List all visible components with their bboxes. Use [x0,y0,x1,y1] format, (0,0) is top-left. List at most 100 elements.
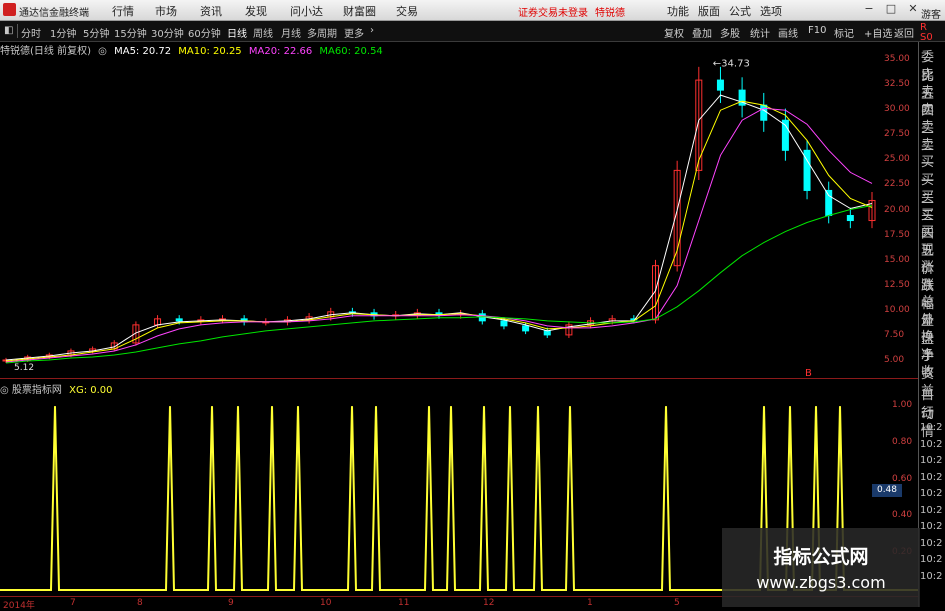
watermark: 指标公式网 www.zbgs3.com [722,528,920,607]
candle-body [825,189,833,217]
side-top-label: S0 [920,32,933,43]
period-5min[interactable]: 5分钟 [83,25,109,40]
tick-time: 10:2 [920,471,943,483]
close-icon[interactable]: ✕ [905,2,921,17]
price-tick-label: 27.50 [884,129,910,140]
menu-item-discover[interactable]: 发现 [245,3,267,19]
panel-divider [0,378,918,379]
time-label: 10 [320,598,332,608]
price-tick-label: 10.00 [884,304,910,315]
period-30min[interactable]: 30分钟 [151,25,184,40]
time-label: 8 [137,598,143,608]
adjust-button[interactable]: 复权 [664,25,684,40]
period-more[interactable]: 更多 [344,25,364,40]
menu-item-function[interactable]: 功能 [667,3,689,19]
menu-item-wealth[interactable]: 财富圈 [343,3,376,19]
overlay-button[interactable]: 叠加 [692,25,712,40]
tick-time: 10:2 [920,455,943,466]
draw-button[interactable]: 画线 [778,25,798,40]
price-tick-label: 35.00 [884,54,910,65]
candle-body [522,325,530,332]
indicator-tick-label: 0.80 [892,436,913,447]
indicator-tick-label: 0.60 [892,473,913,484]
candle-body [846,215,854,222]
period-monthly[interactable]: 月线 [281,25,301,40]
tick-time: 10:2 [920,521,943,532]
price-tick-label: 17.50 [884,229,910,240]
minimize-icon[interactable]: − [861,2,877,17]
price-chart[interactable]: ←34.73 5.12 B [0,42,918,378]
buy-marker: B [805,368,812,378]
side-tab-1[interactable]: 行情 [921,402,945,440]
price-tick-label: 25.00 [884,154,910,165]
price-tick-label: 7.50 [884,329,905,340]
current-value-badge: 0.48 [872,484,902,497]
period-15min[interactable]: 15分钟 [114,25,147,40]
quote-side-panel: R S0 委比 卖五 卖四 卖三 卖二 卖一 买一 买二 买三 买四 买五 现价 涨跌 涨幅 总量 外盘 换手净… [918,22,945,607]
tick-time: 10:2 [920,438,943,450]
stock-link[interactable]: 特锐德 [595,4,625,19]
candle-body [760,104,768,121]
ma5-line [5,94,873,361]
period-60min[interactable]: 60分钟 [188,25,221,40]
time-label: 7 [70,598,76,608]
period-1min[interactable]: 1分钟 [50,25,76,40]
menu-item-formula[interactable]: 公式 [729,3,751,19]
time-label: 2014年 [3,601,35,611]
tick-time: 10:2 [920,570,943,582]
multi-stock-button[interactable]: 多股 [720,25,740,40]
app-logo-icon [3,3,16,16]
menu-item-options[interactable]: 选项 [760,3,782,19]
tick-time: 10:2 [920,488,943,499]
watermark-url: www.zbgs3.com [756,573,886,592]
price-tick-label: 20.00 [884,204,910,215]
login-notice[interactable]: 证券交易未登录 [518,4,588,19]
time-label: 11 [398,598,410,608]
period-intraday[interactable]: 分时 [21,25,41,40]
mark-button[interactable]: 标记 [834,25,854,40]
toolbar-divider [17,24,18,38]
candle-body [175,318,183,322]
tick-time: 10:2 [920,537,943,549]
stats-button[interactable]: 统计 [750,25,770,40]
price-tick-label: 32.50 [884,79,910,90]
menu-item-quotes[interactable]: 行情 [112,3,134,19]
indicator-tick-label: 1.00 [892,400,913,411]
maximize-icon[interactable]: □ [883,2,899,17]
guest-label[interactable]: 游客 [921,6,941,21]
menu-item-trade[interactable]: 交易 [396,3,418,19]
time-label: 12 [483,598,495,608]
time-label: 5 [674,598,680,608]
watermark-title: 指标公式网 [773,546,869,568]
indicator-tick-label: 0.40 [892,510,913,521]
low-annotation: 5.12 [14,363,34,373]
f10-button[interactable]: F10 [808,25,826,36]
price-tick-label: 22.50 [884,179,910,190]
candle-body [716,79,724,91]
candle-body [500,320,508,327]
menu-item-news[interactable]: 资讯 [200,3,222,19]
price-tick-label: 5.00 [884,354,905,365]
high-annotation: ←34.73 [713,59,750,70]
price-tick-label: 12.50 [884,279,910,290]
sidebar-toggle-icon[interactable]: ◧ [4,25,13,36]
menu-item-layout[interactable]: 版面 [698,3,720,19]
price-tick-label: 15.00 [884,254,910,265]
menu-bar: 通达信金融终端 行情 市场 资讯 发现 问小达 财富圈 交易 证券交易未登录 特… [0,0,945,21]
tick-time: 10:2 [920,554,943,565]
tick-time: 10:2 [920,504,943,516]
menu-item-market[interactable]: 市场 [155,3,177,19]
candle-body [543,330,551,336]
time-label: 1 [587,598,593,608]
menu-item-ask[interactable]: 问小达 [290,3,323,19]
more-arrow-icon[interactable]: › [370,25,374,36]
app-title: 通达信金融终端 [19,8,89,19]
time-label: 9 [228,598,234,608]
back-button[interactable]: 返回 [894,25,914,40]
tick-time: 10:2 [920,422,943,433]
period-daily[interactable]: 日线 [227,25,247,40]
period-weekly[interactable]: 周线 [253,25,273,40]
add-watchlist-button[interactable]: +自选 [864,25,892,40]
period-multi[interactable]: 多周期 [307,25,337,40]
period-toolbar: ◧ 分时 1分钟 5分钟 15分钟 30分钟 60分钟 日线 周线 月线 多周期… [0,10,945,42]
